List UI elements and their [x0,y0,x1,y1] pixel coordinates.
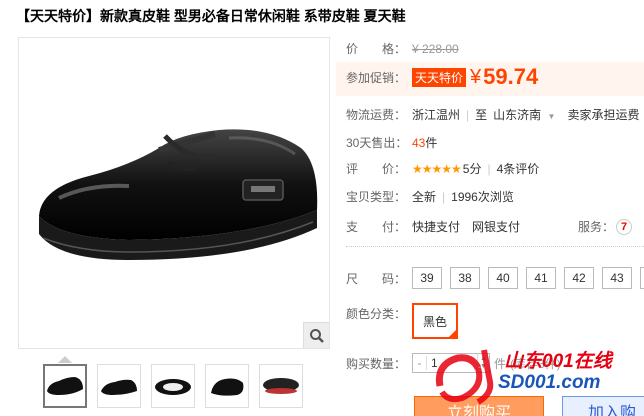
rating-stars: ★★★★★ [412,161,462,176]
color-option-label: 黑色 [422,314,447,329]
watermark-logo-icon [435,349,494,405]
payment-method-quick[interactable]: 快捷支付 [412,218,460,235]
promo-label: 参加促销： [346,70,407,85]
original-price: ¥ 228.00 [412,41,459,56]
payment-method-bank[interactable]: 网银支付 [472,218,520,235]
color-option-selected[interactable]: 黑色 [412,303,458,339]
site-watermark: 山东001在线 SD001.com [432,340,638,414]
currency-symbol: ¥ [470,65,482,88]
size-row: 尺 码： 39 38 40 41 42 43 44 [346,267,644,289]
ship-separator: 至 [475,108,488,122]
color-label: 颜色分类： [346,307,407,321]
rating-row: 评 价： ★★★★★ 5分 | 4条评价 [346,160,540,177]
promo-tag[interactable]: 天天特价 [412,67,467,87]
rating-label: 评 价： [346,162,407,176]
sales-count: 43 [412,135,426,150]
shoe-image [39,129,318,260]
price-row: 价 格： ¥ 228.00 [346,40,459,57]
reviews-link[interactable]: 4条评价 [497,160,540,177]
type-row: 宝贝类型： 全新 | 1996次浏览 [346,189,514,205]
seven-day-return-icon[interactable]: 7 [616,218,633,235]
size-option[interactable]: 43 [602,267,632,289]
price-label: 价 格： [346,42,407,56]
selected-check-icon [448,329,457,338]
thumbnail-2[interactable] [97,364,141,408]
size-option[interactable]: 44 [640,267,644,289]
zoom-button[interactable] [303,322,329,348]
decrement-button[interactable]: - [413,356,427,370]
sales-unit: 件 [425,136,438,150]
size-option[interactable]: 42 [564,267,594,289]
shipping-row: 物流运费： 浙江温州 | 至 山东济南 ▼ 卖家承担运费 [346,106,640,123]
magnifier-icon [309,328,324,343]
quantity-label: 购买数量： [346,356,407,371]
payment-label: 支 付： [346,220,407,234]
promo-price: 59.74 [483,64,539,89]
thumb-indicator-arrow [58,356,72,363]
watermark-text-cn: 山东001在线 [504,351,612,372]
sales-row: 30天售出： 43 件 [346,134,437,151]
size-option[interactable]: 41 [526,267,556,289]
size-option[interactable]: 39 [412,267,442,289]
section-divider [346,246,644,247]
color-row: 颜色分类： 黑色 [346,303,458,339]
chevron-down-icon: ▼ [547,112,556,121]
service-label: 服务： [578,220,615,234]
thumbnail-5[interactable] [259,364,303,408]
type-label: 宝贝类型： [346,190,407,204]
ship-from: 浙江温州 [412,108,461,122]
condition: 全新 [412,190,437,204]
thumbnail-3[interactable] [151,364,195,408]
ship-to: 山东济南 [493,108,542,122]
thumbnail-1[interactable] [43,364,87,408]
ship-to-dropdown[interactable]: 山东济南 ▼ [493,106,555,123]
sales-label: 30天售出： [346,136,408,150]
shipping-fee: 卖家承担运费 [567,108,640,122]
size-option[interactable]: 40 [488,267,518,289]
rating-score: 5分 [462,162,482,176]
thumbnail-4[interactable] [205,364,249,408]
thumbnail-strip [43,364,303,408]
promo-row: 参加促销： 天天特价 ¥ 59.74 [346,64,538,90]
payment-row: 支 付： 快捷支付 网银支付 服务： 7 [346,218,633,235]
product-info-panel: 价 格： ¥ 228.00 参加促销： 天天特价 ¥ 59.74 物流运费： 浙… [336,0,644,416]
shipping-label: 物流运费： [346,108,407,122]
watermark-text-en: SD001.com [498,372,601,393]
view-count: 1996次浏览 [451,190,514,204]
size-option[interactable]: 38 [450,267,480,289]
size-label: 尺 码： [346,271,407,286]
main-product-image[interactable] [18,37,330,349]
